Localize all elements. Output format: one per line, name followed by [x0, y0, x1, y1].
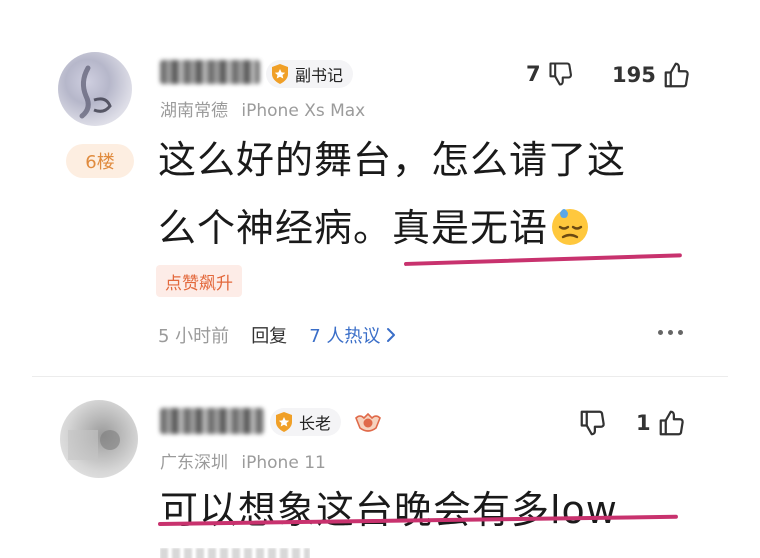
comment-item: 副书记 湖南常德 iPhone Xs Max 7 195 6楼 这么好的舞台，怎…	[0, 0, 760, 376]
like-count: 195	[612, 63, 656, 87]
comment-text-line-1: 这么好的舞台，怎么请了这	[158, 138, 627, 182]
medal-icon	[354, 410, 382, 440]
like-button[interactable]: 1	[636, 408, 687, 438]
like-button[interactable]: 195	[612, 60, 692, 90]
like-count: 1	[636, 411, 651, 435]
rank-label: 长老	[299, 414, 332, 433]
downcast-sweat-emoji-icon	[548, 203, 592, 262]
avatar[interactable]	[58, 52, 132, 126]
dislike-button[interactable]	[572, 408, 608, 438]
comment-text-part-a: 么个神经病。	[158, 206, 393, 250]
dislike-button[interactable]: 7	[526, 60, 575, 88]
meta-info: 湖南常德 iPhone Xs Max	[160, 96, 365, 121]
rank-badge: 副书记	[266, 60, 354, 88]
comment-text-line-2: 么个神经病。真是无语	[158, 200, 592, 262]
thumbs-up-icon	[664, 62, 689, 88]
divider	[32, 376, 728, 377]
chevron-right-icon	[387, 328, 396, 342]
shield-icon	[274, 411, 294, 433]
cropped-content	[160, 548, 310, 558]
comment-text-part-b: 真是无语	[392, 206, 549, 250]
floor-badge: 6楼	[66, 144, 134, 178]
location: 广东深圳	[160, 453, 228, 473]
replies-link[interactable]: 7 人热议	[309, 322, 396, 348]
meta-info: 广东深圳 iPhone 11	[160, 448, 326, 473]
comment-actions: 5 小时前 回复 7 人热议	[158, 322, 396, 348]
username[interactable]	[160, 408, 264, 434]
more-dots-icon[interactable]	[658, 330, 683, 335]
username[interactable]	[160, 60, 260, 84]
replies-count-label: 7 人热议	[309, 326, 381, 347]
dislike-count: 7	[526, 62, 541, 86]
avatar[interactable]	[60, 400, 138, 478]
device: iPhone 11	[241, 453, 326, 473]
thumbs-down-icon	[549, 62, 572, 86]
thumbs-up-icon	[659, 410, 684, 436]
rank-label: 副书记	[295, 66, 344, 85]
timestamp: 5 小时前	[158, 326, 230, 347]
rank-badge: 长老	[270, 408, 342, 436]
location: 湖南常德	[160, 101, 228, 121]
shield-icon	[270, 63, 290, 85]
comment-text-line-1: 可以想象这台晚会有多low	[160, 488, 618, 532]
comment-item: 长老 广东深圳 iPhone 11 1 可以想象这台晚会有多low	[0, 378, 760, 558]
reply-button[interactable]: 回复	[251, 322, 287, 348]
hot-tag: 点赞飙升	[156, 265, 242, 297]
thumbs-down-icon	[580, 410, 605, 436]
device: iPhone Xs Max	[241, 101, 366, 121]
